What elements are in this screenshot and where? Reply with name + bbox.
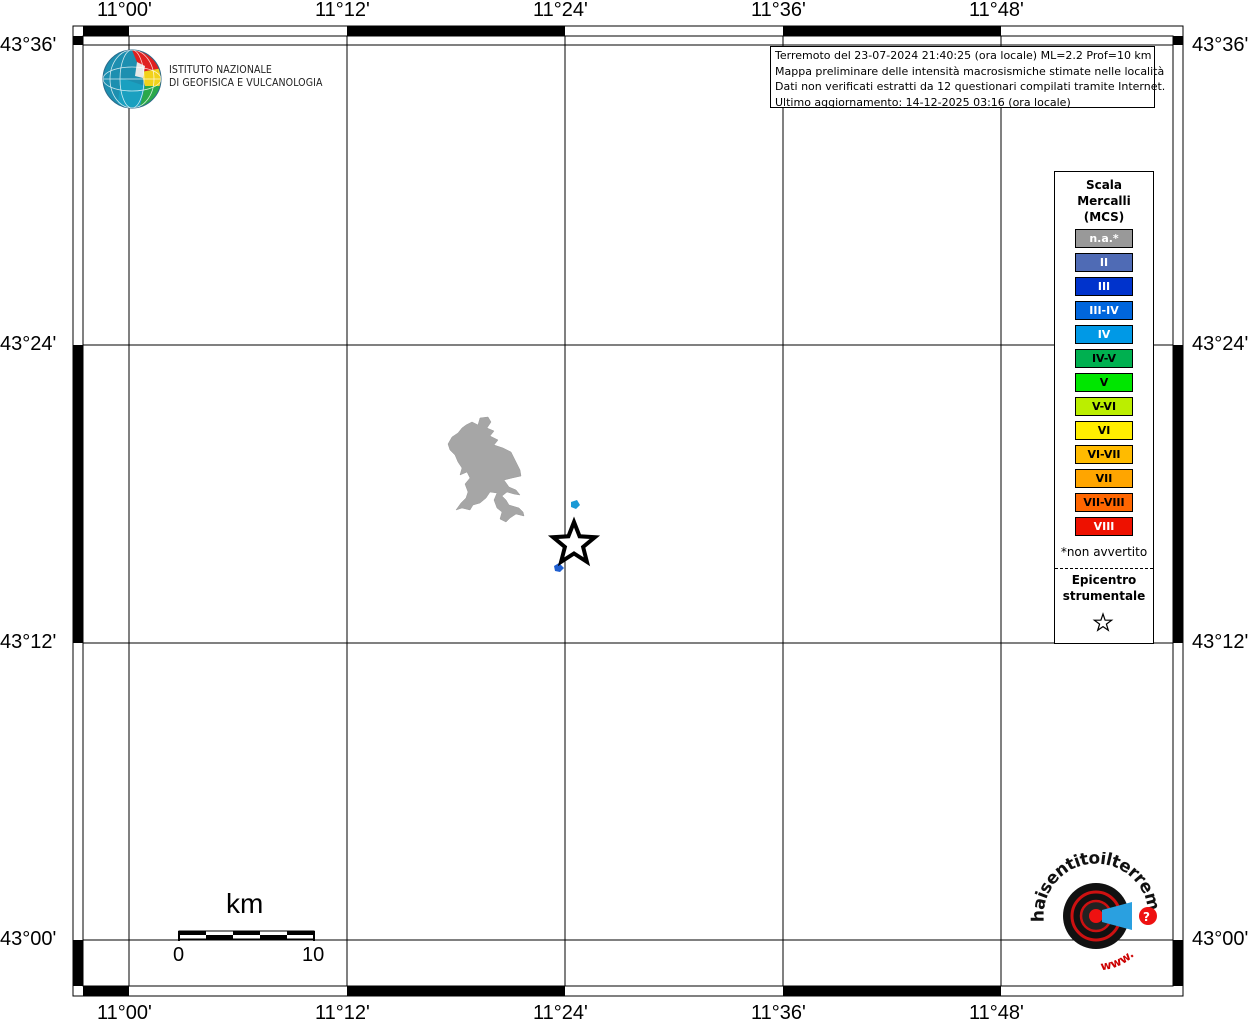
scale-bar-graphic [178,930,315,941]
legend-title-line2: Mercalli [1077,194,1131,208]
graticule [83,36,1173,986]
legend-title: Scala Mercalli (MCS) [1055,177,1153,225]
legend-swatch-n-a: n.a.* [1075,229,1133,248]
frame-checker-right [1173,36,1183,986]
legend-swatch-iv: IV [1075,325,1133,344]
lake-shape [447,416,525,523]
scale-bar-label-end: 10 [302,944,325,966]
event-info-box: Terremoto del 23-07-2024 21:40:25 (ora l… [770,46,1166,109]
lat-tick-right-3: 43°12' [1192,631,1249,653]
legend-star-icon [1092,612,1114,632]
outer-frame [72,25,1184,997]
intensity-legend: Scala Mercalli (MCS) n.a.* II III III-IV IV I… [1054,171,1154,644]
lat-tick-left-2: 43°24' [0,333,57,355]
frame-checker-top [83,26,1001,36]
lon-tick-bottom-3: 11°24' [533,1002,588,1024]
frame-checker-bottom [83,986,1001,996]
ingv-logo-line1: ISTITUTO NAZIONALE [169,64,272,76]
frame-checker-left [73,36,83,986]
lon-tick-bottom-4: 11°36' [751,1002,806,1024]
inner-frame [82,35,1174,987]
lat-tick-right-4: 43°00' [1192,928,1249,950]
event-info-line2: Mappa preliminare delle intensità macros… [775,64,1165,78]
lon-tick-top-3: 11°24' [533,0,588,21]
lon-tick-bottom-1: 11°00' [97,1002,152,1024]
legend-swatch-v: V [1075,373,1133,392]
lon-tick-top-5: 11°48' [969,0,1024,21]
legend-epicenter-label: Epicentro strumentale [1055,572,1153,604]
legend-epicenter-line1: Epicentro [1071,573,1137,587]
event-info-line3: Dati non verificati estratti da 12 quest… [775,80,1166,93]
lon-tick-top-4: 11°36' [751,0,806,21]
scale-bar-unit: km [226,888,264,919]
legend-epicenter-line2: strumentale [1062,589,1146,603]
legend-swatch-viii: VIII [1075,517,1133,536]
event-info-line4: Ultimo aggiornamento: 14-12-2025 03:16 (… [775,95,1071,109]
legend-swatch-vi-vii: VI-VII [1075,445,1133,464]
legend-swatch-ii: II [1075,253,1133,272]
lon-tick-bottom-5: 11°48' [969,1002,1024,1024]
legend-not-felt-note: *non avvertito [1060,545,1148,559]
ingv-logo-text: ISTITUTO NAZIONALE DI GEOFISICA E VULCAN… [169,64,323,90]
event-info-line1: Terremoto del 23-07-2024 21:40:25 (ora l… [775,49,1152,62]
legend-swatch-v-vi: V-VI [1075,397,1133,416]
epicenter-star-icon [547,516,601,567]
legend-swatch-iii: III [1075,277,1133,296]
lat-tick-left-1: 43°36' [0,34,57,56]
haisentito-logo: haisentitoilterremoto.it www. ? [1030,852,1160,973]
legend-swatch-vii: VII [1075,469,1133,488]
legend-title-line3: (MCS) [1083,210,1125,224]
lat-tick-left-3: 43°12' [0,631,57,653]
scale-bar-label-start: 0 [173,944,185,966]
ingv-globe-logo [102,49,162,109]
legend-swatch-vii-viii: VII-VIII [1075,493,1133,512]
lat-tick-right-2: 43°24' [1192,333,1249,355]
legend-swatch-iv-v: IV-V [1075,349,1133,368]
svg-text:?: ? [1143,910,1150,924]
legend-swatch-iii-iv: III-IV [1075,301,1133,320]
lon-tick-top-2: 11°12' [315,0,370,21]
observation-point-iv [571,500,580,509]
lat-tick-left-4: 43°00' [0,928,57,950]
lon-tick-bottom-2: 11°12' [315,1002,370,1024]
legend-swatch-vi: VI [1075,421,1133,440]
haisentito-logo-prefix: www. [1099,947,1136,973]
legend-title-line1: Scala [1085,178,1123,192]
lon-tick-top-1: 11°00' [97,0,152,21]
legend-separator [1055,568,1153,569]
lat-tick-right-1: 43°36' [1192,34,1249,56]
ingv-logo-line2: DI GEOFISICA E VULCANOLOGIA [169,77,323,89]
